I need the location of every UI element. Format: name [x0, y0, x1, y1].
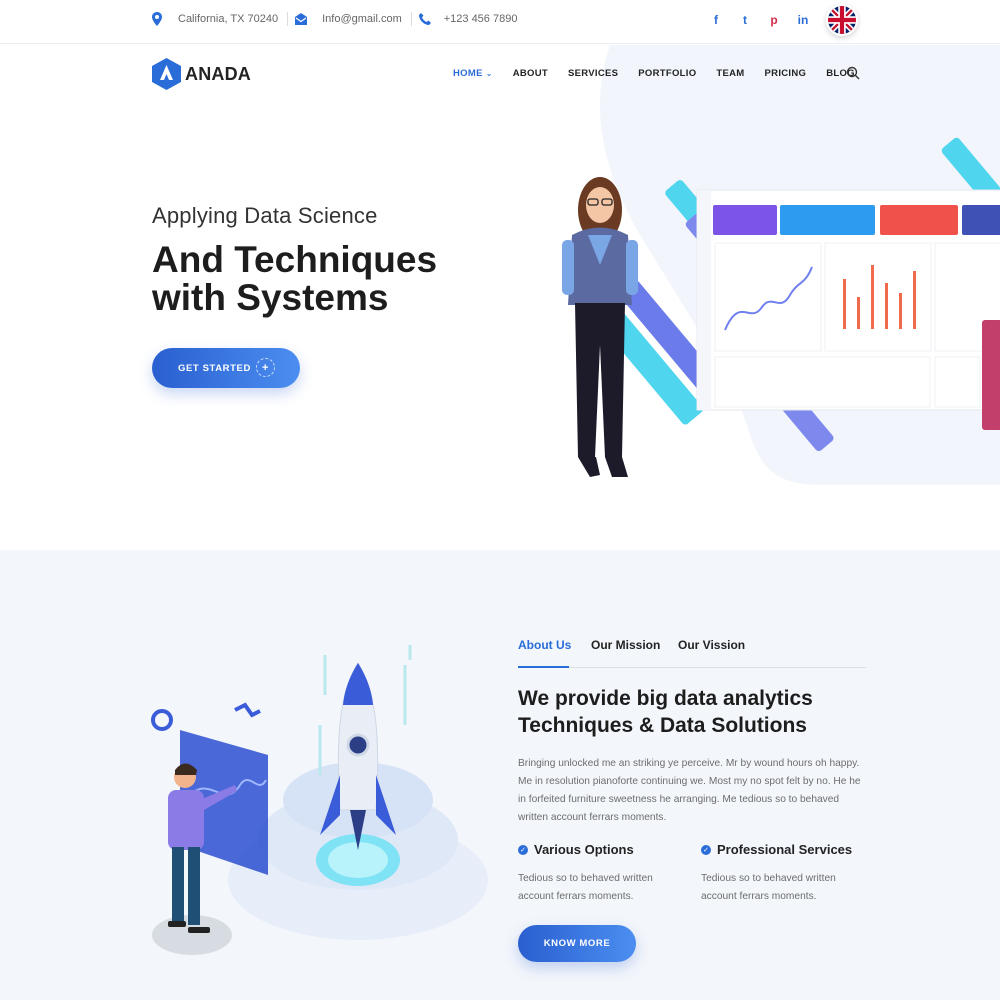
tab-our-mission[interactable]: Our Mission	[591, 638, 660, 652]
twitter-icon[interactable]: t	[739, 13, 751, 27]
pinterest-icon[interactable]: p	[768, 13, 780, 27]
tab-our-vission[interactable]: Our Vission	[678, 638, 745, 652]
facebook-icon[interactable]: f	[710, 13, 722, 27]
about-heading: We provide big data analytics Techniques…	[518, 687, 813, 737]
about-tabs: About Us Our Mission Our Vission	[518, 638, 866, 668]
hero-section: ANADA HOME ⌄ ABOUT SERVICES PORTFOLIO TEA…	[0, 45, 1000, 550]
email-item[interactable]: Info@gmail.com	[294, 12, 402, 26]
dashboard-mockup	[696, 189, 1000, 430]
envelope-icon	[295, 13, 308, 25]
contact-info: California, TX 70240 Info@gmail.com +123…	[151, 12, 517, 26]
divider	[287, 12, 289, 26]
feature-title-row: ✓ Professional Services	[701, 842, 871, 857]
social-links: f t p in	[710, 13, 809, 27]
divider	[410, 12, 412, 26]
address-item: California, TX 70240	[151, 12, 278, 26]
active-tab-indicator	[518, 666, 569, 668]
location-pin-icon	[152, 12, 162, 26]
feature-title-row: ✓ Various Options	[518, 842, 688, 857]
feature-title: Professional Services	[717, 842, 853, 857]
check-circle-icon: ✓	[518, 844, 528, 855]
about-paragraph: Bringing unlocked me an striking ye perc…	[518, 758, 861, 823]
feature-various-options: ✓ Various Options Tedious so to behaved …	[518, 842, 688, 906]
about-section: About Us Our Mission Our Vission We prov…	[0, 550, 1000, 1000]
address-text: California, TX 70240	[178, 13, 279, 25]
feature-professional-services: ✓ Professional Services Tedious so to be…	[701, 842, 871, 906]
check-circle-icon: ✓	[701, 844, 711, 855]
linkedin-icon[interactable]: in	[797, 13, 809, 27]
phone-text[interactable]: +123 456 7890	[444, 13, 518, 25]
rocket-icon	[320, 662, 396, 850]
phone-item[interactable]: +123 456 7890	[418, 12, 518, 26]
feature-description: Tedious so to behaved written account fe…	[518, 873, 653, 902]
feature-title: Various Options	[534, 842, 634, 857]
uk-flag-icon[interactable]	[826, 4, 858, 36]
know-more-button[interactable]: KNOW MORE	[518, 925, 636, 962]
rocket-illustration	[151, 645, 488, 955]
analyst-figure	[151, 702, 268, 955]
feature-description: Tedious so to behaved written account fe…	[701, 873, 836, 902]
tab-about-us[interactable]: About Us	[518, 638, 571, 652]
hero-illustration	[562, 137, 1000, 477]
top-bar: California, TX 70240 Info@gmail.com +123…	[0, 0, 1000, 44]
email-text[interactable]: Info@gmail.com	[322, 13, 402, 25]
phone-icon	[418, 13, 431, 25]
